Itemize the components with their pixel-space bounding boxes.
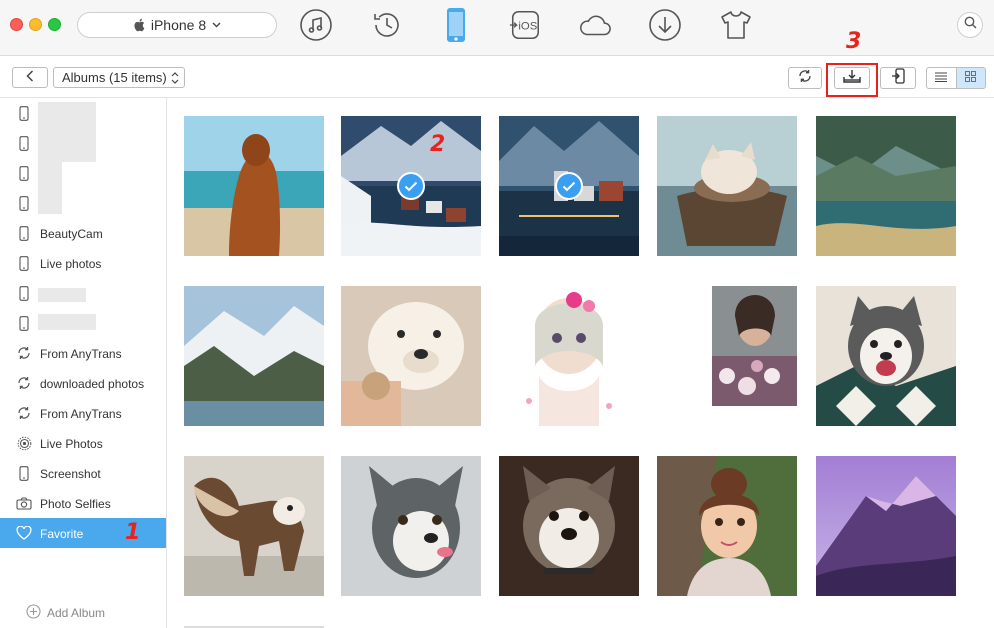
photo-thumbnail[interactable]	[341, 456, 481, 596]
photo-thumbnail[interactable]	[657, 116, 797, 256]
refresh-icon	[798, 69, 812, 88]
device-icon[interactable]	[439, 8, 473, 42]
updown-arrows-icon	[171, 71, 179, 88]
phone-icon	[16, 135, 32, 151]
sidebar-item-from-anytrans-2[interactable]: From AnyTrans	[0, 398, 166, 428]
download-icon[interactable]	[648, 8, 682, 42]
refresh-button[interactable]	[788, 67, 822, 89]
sidebar-item-album-2[interactable]	[0, 128, 166, 158]
list-view-button[interactable]	[927, 68, 956, 88]
sidebar-item-label: From AnyTrans	[40, 347, 122, 361]
photo-grid: 2	[167, 98, 994, 628]
list-icon	[935, 69, 948, 87]
sidebar-item-album-8[interactable]	[0, 308, 166, 338]
search-button[interactable]	[957, 12, 983, 38]
search-icon	[964, 16, 977, 34]
photo-thumbnail[interactable]	[816, 456, 956, 596]
sidebar-item-label: Screenshot	[40, 467, 101, 481]
album-select[interactable]: Albums (15 items)	[53, 67, 185, 88]
sidebar-item-label: Live photos	[40, 257, 102, 271]
selected-check-icon	[397, 172, 425, 200]
sidebar-item-album-7[interactable]	[0, 278, 166, 308]
photo-thumbnail[interactable]	[499, 286, 639, 426]
send-to-device-button[interactable]	[880, 67, 916, 89]
minimize-window-button[interactable]	[29, 18, 42, 31]
device-name: iPhone 8	[150, 17, 207, 33]
photo-thumbnail[interactable]	[184, 286, 324, 426]
phone-icon	[16, 165, 32, 181]
to-ios-label: iOS	[518, 21, 537, 33]
sidebar-item-album-3[interactable]	[0, 158, 166, 188]
plus-circle-icon	[26, 604, 41, 622]
sync-icon	[16, 375, 32, 391]
sidebar-item-label: downloaded photos	[40, 377, 145, 391]
photo-thumbnail[interactable]	[184, 116, 324, 256]
title-bar: iPhone 8 iOS	[0, 0, 994, 56]
sidebar-item-from-anytrans[interactable]: From AnyTrans	[0, 338, 166, 368]
album-sidebar: BeautyCam Live photos From AnyTrans down…	[0, 98, 167, 628]
step-3-highlight	[826, 63, 878, 97]
sidebar-item-album-1[interactable]	[0, 98, 166, 128]
grid-view-button[interactable]	[955, 68, 985, 88]
history-icon[interactable]	[370, 8, 404, 42]
sidebar-item-screenshot[interactable]: Screenshot	[0, 458, 166, 488]
phone-icon	[16, 285, 32, 301]
sidebar-item-label: Photo Selfies	[40, 497, 111, 511]
photo-thumbnail[interactable]	[657, 286, 797, 426]
zoom-window-button[interactable]	[48, 18, 61, 31]
phone-icon	[16, 255, 32, 271]
sidebar-item-downloaded-photos[interactable]: downloaded photos	[0, 368, 166, 398]
phone-icon	[16, 195, 32, 211]
sidebar-item-album-4[interactable]	[0, 188, 166, 218]
tshirt-icon[interactable]	[719, 8, 753, 42]
sidebar-item-favorite[interactable]: Favorite	[0, 518, 166, 548]
photo-thumbnail[interactable]	[499, 456, 639, 596]
sidebar-item-live-photos[interactable]: Live photos	[0, 248, 166, 278]
step-2-marker: 2	[430, 132, 446, 157]
step-3-marker: 3	[846, 29, 862, 54]
photo-thumbnail[interactable]	[341, 286, 481, 426]
sidebar-item-label: Favorite	[40, 527, 84, 541]
sidebar-item-photo-selfies[interactable]: Photo Selfies	[0, 488, 166, 518]
apple-icon	[133, 18, 145, 32]
live-photo-icon	[16, 435, 32, 451]
sidebar-item-label: From AnyTrans	[40, 407, 122, 421]
photo-thumbnail-selected[interactable]	[341, 116, 481, 256]
album-select-value: Albums (15 items)	[62, 70, 167, 85]
sidebar-item-live-photos-2[interactable]: Live Photos	[0, 428, 166, 458]
music-icon[interactable]	[299, 8, 333, 42]
photo-thumbnail-selected[interactable]	[499, 116, 639, 256]
camera-icon	[16, 495, 32, 511]
to-ios-icon[interactable]: iOS	[508, 8, 542, 42]
heart-icon	[16, 525, 32, 541]
sidebar-item-label: Live Photos	[40, 437, 103, 451]
add-album-label: Add Album	[47, 606, 106, 620]
sync-icon	[16, 345, 32, 361]
sync-icon	[16, 405, 32, 421]
step-1-marker: 1	[125, 520, 141, 545]
cloud-icon[interactable]	[578, 8, 612, 42]
send-to-device-icon	[891, 67, 905, 89]
chevron-down-icon	[212, 22, 221, 28]
phone-icon	[16, 315, 32, 331]
chevron-left-icon	[26, 69, 34, 87]
photo-thumbnail[interactable]	[816, 116, 956, 256]
view-toggle	[926, 67, 986, 89]
phone-icon	[16, 225, 32, 241]
close-window-button[interactable]	[10, 18, 23, 31]
sidebar-item-beautycam[interactable]: BeautyCam	[0, 218, 166, 248]
back-button[interactable]	[12, 67, 48, 88]
toolbar: Albums (15 items)	[0, 57, 994, 98]
photo-thumbnail[interactable]	[657, 456, 797, 596]
grid-icon	[965, 69, 977, 87]
sidebar-item-label: BeautyCam	[40, 227, 103, 241]
photo-thumbnail[interactable]	[816, 286, 956, 426]
phone-icon	[16, 105, 32, 121]
device-selector[interactable]: iPhone 8	[77, 12, 277, 38]
photo-thumbnail[interactable]	[184, 456, 324, 596]
add-album-button[interactable]: Add Album	[26, 604, 105, 622]
phone-icon	[16, 465, 32, 481]
selected-check-icon	[555, 172, 583, 200]
